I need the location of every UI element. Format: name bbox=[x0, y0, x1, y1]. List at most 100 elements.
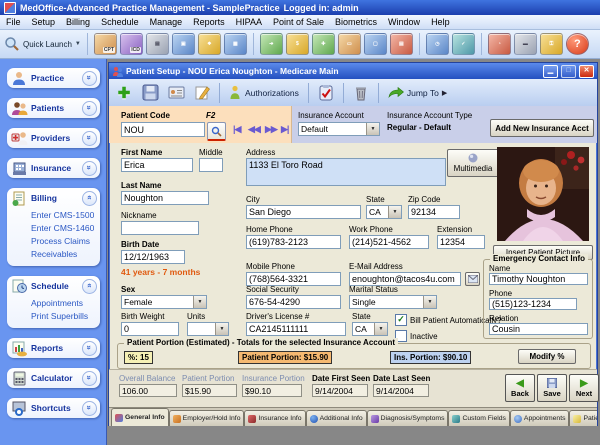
eligibility-check-button[interactable] bbox=[315, 82, 337, 104]
chevron-down-icon[interactable]: » bbox=[82, 101, 97, 116]
sidebar-header-insurance[interactable]: Insurance » bbox=[7, 158, 100, 178]
work-phone-input[interactable] bbox=[349, 235, 429, 249]
statistics-icon[interactable]: ◔ bbox=[488, 33, 511, 55]
chevron-up-icon[interactable]: » bbox=[82, 191, 97, 206]
sidebar-item-receivables[interactable]: Receivables bbox=[31, 248, 98, 261]
chevron-down-icon[interactable]: » bbox=[82, 371, 97, 386]
units-select[interactable]: ▼ bbox=[187, 322, 229, 336]
chevron-down-icon[interactable]: » bbox=[82, 341, 97, 356]
emergency-name-input[interactable] bbox=[489, 273, 588, 285]
social-security-input[interactable] bbox=[246, 295, 341, 309]
state-select[interactable]: CA▼ bbox=[366, 205, 402, 219]
sidebar-item-print-superbills[interactable]: Print Superbills bbox=[31, 310, 98, 323]
monitor-icon[interactable]: ▬ bbox=[514, 33, 537, 55]
nickname-input[interactable] bbox=[121, 221, 199, 235]
extension-input[interactable] bbox=[437, 235, 485, 249]
chevron-down-icon[interactable]: » bbox=[82, 401, 97, 416]
sex-select[interactable]: Female▼ bbox=[121, 295, 207, 309]
menu-hipaa[interactable]: HIPAA bbox=[236, 17, 262, 27]
patient-code-input[interactable] bbox=[121, 122, 205, 137]
menu-schedule[interactable]: Schedule bbox=[101, 17, 139, 27]
sidebar-header-billing[interactable]: Billing » bbox=[7, 188, 100, 208]
sidebar-item-appointments[interactable]: Appointments bbox=[31, 297, 98, 310]
menu-window[interactable]: Window bbox=[388, 17, 420, 27]
last-record-button[interactable]: ▶| bbox=[281, 124, 288, 135]
insurance-account-select[interactable]: Default▼ bbox=[298, 122, 380, 136]
first-name-input[interactable] bbox=[121, 158, 193, 172]
menu-help[interactable]: Help bbox=[431, 17, 450, 27]
chevron-down-icon[interactable]: » bbox=[82, 71, 97, 86]
license-state-select[interactable]: CA▼ bbox=[352, 322, 388, 336]
address-input[interactable] bbox=[246, 158, 446, 186]
edit-patient-button[interactable] bbox=[191, 82, 213, 104]
delete-patient-button[interactable] bbox=[350, 82, 372, 104]
modify-percent-button[interactable]: Modify % bbox=[518, 349, 576, 364]
multimedia-button[interactable]: Multimedia bbox=[447, 149, 499, 177]
patient-card-button[interactable] bbox=[165, 82, 187, 104]
chevron-down-icon[interactable]: » bbox=[82, 161, 97, 176]
workstation-icon[interactable]: ▣ bbox=[172, 33, 195, 55]
provider-report-icon[interactable]: ▤ bbox=[390, 33, 413, 55]
sidebar-header-shortcuts[interactable]: Shortcuts » bbox=[7, 398, 100, 418]
sidebar-item-process-claims[interactable]: Process Claims bbox=[31, 235, 98, 248]
back-button[interactable]: ◀Back bbox=[505, 374, 535, 402]
emergency-relation-input[interactable] bbox=[489, 323, 588, 335]
certificate-icon[interactable]: ❖ bbox=[198, 33, 221, 55]
security-lock-icon[interactable]: ⚿ bbox=[540, 33, 563, 55]
cpt-codes-icon[interactable]: CPT bbox=[94, 33, 117, 55]
next-record-button[interactable]: ▶▶ bbox=[265, 124, 277, 135]
sidebar-header-patients[interactable]: Patients » bbox=[7, 98, 100, 118]
previous-record-button[interactable]: ◀◀ bbox=[248, 124, 260, 135]
save-button[interactable]: Save bbox=[537, 374, 567, 402]
menu-manage[interactable]: Manage bbox=[150, 17, 183, 27]
help-icon[interactable]: ? bbox=[566, 33, 589, 55]
emergency-phone-input[interactable] bbox=[489, 298, 577, 310]
icd-codes-icon[interactable]: ICD bbox=[120, 33, 143, 55]
patient-search-button[interactable] bbox=[207, 122, 226, 141]
menu-file[interactable]: File bbox=[6, 17, 21, 27]
save-patient-button[interactable] bbox=[139, 82, 161, 104]
inactive-checkbox[interactable]: Inactive bbox=[395, 330, 438, 342]
middle-name-input[interactable] bbox=[199, 158, 223, 172]
tab-custom-fields[interactable]: Custom Fields bbox=[448, 410, 509, 426]
add-patient-button[interactable]: ✚ bbox=[113, 82, 135, 104]
last-name-input[interactable] bbox=[121, 191, 209, 205]
jump-to-button[interactable]: Jump To ▶ bbox=[385, 82, 450, 104]
maximize-button[interactable]: □ bbox=[561, 65, 576, 78]
sidebar-header-calculator[interactable]: Calculator » bbox=[7, 368, 100, 388]
authorizations-button[interactable]: Authorizations bbox=[226, 82, 302, 104]
chevron-down-icon[interactable]: » bbox=[82, 131, 97, 146]
zip-code-input[interactable] bbox=[408, 205, 460, 219]
menu-billing[interactable]: Billing bbox=[66, 17, 90, 27]
mobile-phone-input[interactable] bbox=[246, 272, 341, 286]
sidebar-item-enter-cms-1500[interactable]: Enter CMS-1500 bbox=[31, 209, 98, 222]
menu-reports[interactable]: Reports bbox=[193, 17, 225, 27]
sidebar-header-practice[interactable]: Practice » bbox=[7, 68, 100, 88]
payments-icon[interactable]: ✚ bbox=[312, 33, 335, 55]
tab-general-info[interactable]: General Info bbox=[111, 408, 169, 426]
sidebar-item-enter-cms-1460[interactable]: Enter CMS-1460 bbox=[31, 222, 98, 235]
tab-patient-notes[interactable]: Patient Notes bbox=[569, 410, 597, 426]
patient-card-icon[interactable]: ▤ bbox=[146, 33, 169, 55]
email-send-button[interactable] bbox=[465, 272, 480, 286]
billing-terminal-icon[interactable]: ▢ bbox=[364, 33, 387, 55]
report-audit-icon[interactable]: ✓ bbox=[452, 33, 475, 55]
tab-diagnosis-symptoms[interactable]: Diagnosis/Symptoms bbox=[367, 410, 449, 426]
claims-send-icon[interactable]: ➔ bbox=[260, 33, 283, 55]
drivers-license-input[interactable] bbox=[246, 322, 346, 336]
menu-biometrics[interactable]: Biometrics bbox=[335, 17, 377, 27]
patient-folder-icon[interactable]: ▭ bbox=[338, 33, 361, 55]
home-phone-input[interactable] bbox=[246, 235, 341, 249]
sidebar-header-reports[interactable]: Reports » bbox=[7, 338, 100, 358]
charges-icon[interactable]: $ bbox=[286, 33, 309, 55]
close-button[interactable]: ✕ bbox=[579, 65, 594, 78]
tab-employer-hold-info[interactable]: Employer/Hold Info bbox=[169, 410, 245, 426]
first-record-button[interactable]: |◀ bbox=[233, 124, 240, 135]
city-input[interactable] bbox=[246, 205, 361, 219]
tab-appointments[interactable]: Appointments bbox=[510, 410, 570, 426]
menu-setup[interactable]: Setup bbox=[32, 17, 56, 27]
practice-office-icon[interactable]: ▦ bbox=[224, 33, 247, 55]
marital-status-select[interactable]: Single▼ bbox=[349, 295, 437, 309]
tab-insurance-info[interactable]: Insurance Info bbox=[244, 410, 305, 426]
menu-point-of-sale[interactable]: Point of Sale bbox=[273, 17, 324, 27]
